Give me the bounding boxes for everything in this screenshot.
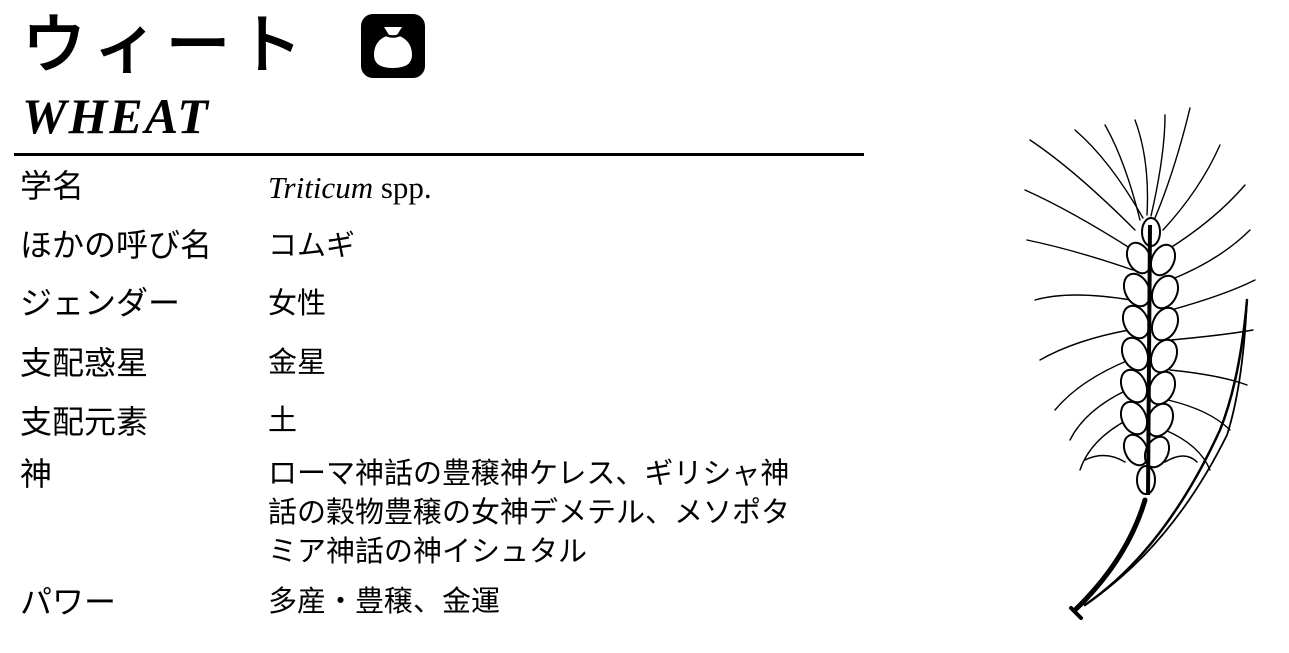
label-deities: 神 <box>20 455 53 493</box>
label-scientific-name: 学名 <box>20 167 85 205</box>
value-deities-line-2: 話の穀物豊穣の女神デメテル、メソポタ <box>268 495 791 529</box>
label-other-names: ほかの呼び名 <box>20 226 213 264</box>
value-planet: 金星 <box>268 345 327 379</box>
header-divider <box>14 153 864 156</box>
value-deities-line-1: ローマ神話の豊穣神ケレス、ギリシャ神 <box>268 456 790 490</box>
value-powers: 多産・豊穣、金運 <box>268 584 501 618</box>
seed-bag-icon <box>361 14 425 78</box>
value-element: 土 <box>268 403 298 437</box>
label-gender: ジェンダー <box>20 284 181 322</box>
label-planet: 支配惑星 <box>20 344 149 382</box>
scientific-genus: Triticum <box>268 170 374 205</box>
value-deities-line-3: ミア神話の神イシュタル <box>268 534 588 568</box>
wheat-ear-illustration <box>1024 107 1256 620</box>
page-title-english: WHEAT <box>22 88 210 144</box>
page-title-japanese: ウィート <box>22 8 310 83</box>
label-powers: パワー <box>20 583 117 621</box>
label-element: 支配元素 <box>20 403 149 441</box>
value-gender: 女性 <box>268 286 327 320</box>
value-scientific-name: Triticum spp. <box>268 168 432 208</box>
scientific-suffix: spp. <box>373 170 432 205</box>
value-other-names: コムギ <box>268 228 356 262</box>
